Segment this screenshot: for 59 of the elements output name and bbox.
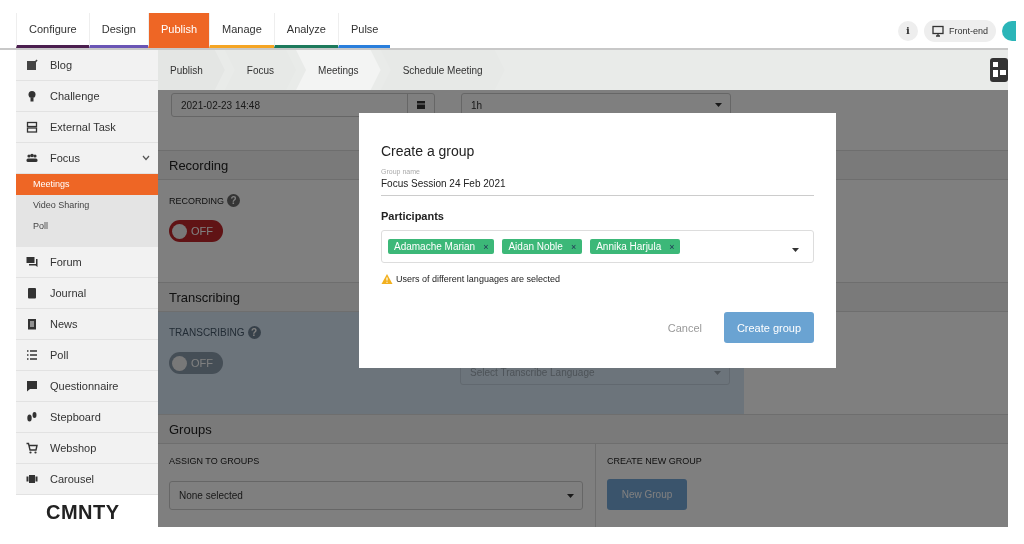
sidebar-item[interactable]: Stepboard: [16, 402, 158, 433]
logo: CMNTY: [45, 501, 121, 524]
list-icon: [26, 349, 38, 361]
cart-icon: [26, 442, 38, 454]
caret-icon: [714, 370, 721, 375]
warning-text: Users of different languages are selected: [396, 274, 560, 284]
question-icon: [26, 380, 38, 392]
monitor-icon: [931, 24, 944, 37]
field-label: Participants: [381, 210, 445, 222]
group-icon: [26, 152, 38, 164]
field-label: RECORDING: [169, 195, 224, 206]
nav-tab[interactable]: Analyze: [273, 13, 338, 48]
caret-icon: [567, 493, 574, 498]
warning-icon: [381, 273, 393, 285]
sidebar-item[interactable]: Focus: [16, 143, 158, 174]
remove-button[interactable]: ×: [570, 241, 577, 252]
sidebar-subitem[interactable]: Video Sharing: [16, 195, 158, 216]
avatar[interactable]: [1002, 20, 1016, 41]
calendar-icon: [415, 99, 427, 111]
sidebar-item[interactable]: Carousel: [16, 464, 158, 495]
sidebar-subitem[interactable]: Poll: [16, 216, 158, 237]
frontend-button[interactable]: Front-end: [923, 19, 996, 42]
sidebar-item[interactable]: Webshop: [16, 433, 158, 464]
sidebar-item[interactable]: Journal: [16, 278, 158, 309]
field-label: ASSIGN TO GROUPS: [169, 456, 261, 466]
participants-field[interactable]: Adamache Marian × Aidan Noble × Annika Harjula ×: [381, 230, 814, 263]
book-icon: [26, 287, 38, 299]
field-label: TRANSCRIBING: [169, 327, 245, 338]
info-button[interactable]: i: [897, 20, 918, 41]
nav-tab[interactable]: Design: [88, 13, 148, 48]
sidebar-item[interactable]: Challenge: [16, 81, 158, 112]
groups-select[interactable]: None selected: [169, 481, 583, 510]
carousel-icon: [26, 473, 38, 485]
caret-icon: [715, 103, 722, 107]
nav-tab[interactable]: Manage: [209, 13, 274, 48]
caret-icon: [792, 247, 799, 252]
sidebar-item[interactable]: News: [16, 309, 158, 340]
sidebar-item[interactable]: Blog: [16, 50, 158, 81]
nav-tab[interactable]: Configure: [16, 13, 89, 48]
bulb-icon: [26, 90, 38, 102]
participant-name: Aidan Noble: [508, 241, 563, 252]
group-name-field[interactable]: Focus Session 24 Feb 2021: [381, 175, 814, 196]
sidebar-item[interactable]: Forum: [16, 247, 158, 278]
remove-button[interactable]: ×: [669, 241, 675, 252]
breadcrumb-link[interactable]: Publish: [158, 50, 225, 90]
sidebar-item[interactable]: Questionnaire: [16, 371, 158, 402]
remove-button[interactable]: ×: [483, 241, 489, 252]
nav-tab[interactable]: Pulse: [337, 13, 391, 48]
server-icon: [26, 121, 38, 133]
field-label: CREATE NEW GROUP: [607, 456, 702, 466]
sidebar-item[interactable]: External Task: [16, 112, 158, 143]
footsteps-icon: [26, 411, 38, 423]
chat-icon: [26, 256, 38, 268]
section-title: Groups: [158, 414, 1008, 444]
participant-name: Annika Harjula: [596, 241, 662, 252]
participant-name: Adamache Marian: [394, 241, 476, 252]
breadcrumb-link[interactable]: Meetings: [296, 50, 381, 90]
sidebar-item[interactable]: Poll: [16, 340, 158, 371]
newspaper-icon: [26, 318, 38, 330]
